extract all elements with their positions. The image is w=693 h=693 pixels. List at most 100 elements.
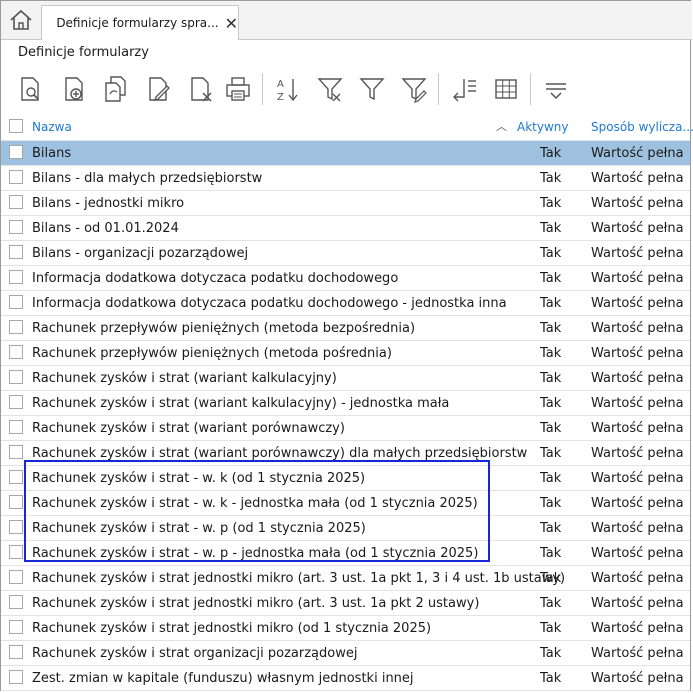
select-all-checkbox[interactable]: [9, 119, 23, 133]
row-checkbox[interactable]: [9, 145, 23, 159]
preview-icon: [21, 77, 39, 101]
row-checkbox[interactable]: [9, 370, 23, 384]
add-button[interactable]: [56, 71, 92, 107]
row-checkbox[interactable]: [9, 245, 23, 259]
row-name: Rachunek zysków i strat jednostki mikro …: [32, 596, 480, 611]
row-checkbox[interactable]: [9, 420, 23, 434]
table-row[interactable]: Rachunek zysków i strat (wariant porówna…: [1, 416, 690, 441]
row-active: Tak: [540, 596, 562, 611]
row-active: Tak: [540, 496, 562, 511]
copy-button[interactable]: [98, 71, 134, 107]
row-checkbox[interactable]: [9, 295, 23, 309]
row-method: Wartość pełna: [591, 471, 684, 486]
column-header-name[interactable]: Nazwa: [32, 115, 72, 140]
row-checkbox[interactable]: [9, 470, 23, 484]
columns-button[interactable]: [446, 71, 482, 107]
filter-edit-button[interactable]: [396, 71, 432, 107]
row-method: Wartość pełna: [591, 446, 684, 461]
filter-button[interactable]: [312, 71, 348, 107]
edit-button[interactable]: [140, 71, 176, 107]
table-row[interactable]: Rachunek zysków i strat (wariant kalkula…: [1, 366, 690, 391]
delete-button[interactable]: [182, 71, 218, 107]
row-checkbox[interactable]: [9, 620, 23, 634]
row-active: Tak: [540, 146, 562, 161]
row-name: Rachunek przepływów pieniężnych (metoda …: [32, 321, 416, 336]
row-checkbox[interactable]: [9, 195, 23, 209]
column-header-active[interactable]: Aktywny: [517, 115, 569, 140]
table-row[interactable]: Bilans - dla małych przedsiębiorstw Tak Wa…: [1, 166, 690, 191]
table-row[interactable]: Rachunek przepływów pieniężnych (metoda …: [1, 341, 690, 366]
column-header-method[interactable]: Sposób wylicza...: [591, 115, 693, 140]
row-checkbox[interactable]: [9, 570, 23, 584]
row-checkbox[interactable]: [9, 520, 23, 534]
filter-clear-icon: [359, 78, 385, 101]
preview-button[interactable]: [12, 71, 48, 107]
row-active: Tak: [540, 196, 562, 211]
row-checkbox[interactable]: [9, 170, 23, 184]
row-checkbox[interactable]: [9, 595, 23, 609]
row-name: Rachunek zysków i strat jednostki mikro …: [32, 571, 566, 586]
row-checkbox[interactable]: [9, 670, 23, 684]
tab-strip: Definicje formularzy spra... ✕: [1, 1, 692, 40]
table-row[interactable]: Rachunek zysków i strat - w. k (od 1 sty…: [1, 466, 690, 491]
row-checkbox[interactable]: [9, 495, 23, 509]
row-checkbox[interactable]: [9, 395, 23, 409]
grid-button[interactable]: [488, 71, 524, 107]
table-row[interactable]: Rachunek zysków i strat jednostki mikro …: [1, 566, 690, 591]
row-name: Bilans - od 01.01.2024: [32, 221, 179, 236]
row-active: Tak: [540, 446, 562, 461]
table-row[interactable]: Rachunek zysków i strat jednostki mikro …: [1, 616, 690, 641]
table-row[interactable]: Bilans Tak Wartość pełna: [1, 141, 690, 166]
table-row[interactable]: Rachunek zysków i strat - w. p (od 1 sty…: [1, 516, 690, 541]
filter-clear-button[interactable]: [354, 71, 390, 107]
row-active: Tak: [540, 371, 562, 386]
row-active: Tak: [540, 471, 562, 486]
table-row[interactable]: Rachunek przepływów pieniężnych (metoda …: [1, 316, 690, 341]
row-method: Wartość pełna: [591, 546, 684, 561]
row-name: Bilans - jednostki mikro: [32, 196, 185, 211]
row-checkbox[interactable]: [9, 545, 23, 559]
table-row[interactable]: Informacja dodatkowa dotyczaca podatku d…: [1, 291, 690, 316]
row-checkbox[interactable]: [9, 220, 23, 234]
table-row[interactable]: Informacja dodatkowa dotyczaca podatku d…: [1, 266, 690, 291]
table-row[interactable]: Rachunek zysków i strat - w. p - jednost…: [1, 541, 690, 566]
table-row[interactable]: Rachunek zysków i strat - w. k - jednost…: [1, 491, 690, 516]
row-method: Wartość pełna: [591, 371, 684, 386]
sort-button[interactable]: AZ: [270, 71, 306, 107]
table-row[interactable]: Bilans - organizacji pozarządowej Tak Wart…: [1, 241, 690, 266]
print-button[interactable]: [220, 71, 256, 107]
row-method: Wartość pełna: [591, 196, 684, 211]
edit-icon: [149, 77, 170, 102]
svg-text:A: A: [277, 79, 284, 90]
table-row[interactable]: Bilans - jednostki mikro Tak Wartość pełna: [1, 191, 690, 216]
filter-edit-icon: [401, 78, 427, 103]
row-checkbox[interactable]: [9, 345, 23, 359]
tab-form-definitions[interactable]: Definicje formularzy spra... ✕: [41, 5, 239, 40]
row-active: Tak: [540, 571, 562, 586]
row-checkbox[interactable]: [9, 270, 23, 284]
table-row[interactable]: Bilans - od 01.01.2024 Tak Wartość pełna: [1, 216, 690, 241]
row-method: Wartość pełna: [591, 146, 684, 161]
home-button[interactable]: [1, 1, 41, 39]
table-row[interactable]: Rachunek zysków i strat organizacji poza…: [1, 641, 690, 666]
menu-button[interactable]: [538, 71, 574, 107]
grid-rows: Bilans Tak Wartość pełna Bilans - dla małyc…: [1, 141, 690, 691]
add-icon: [65, 77, 83, 101]
row-name: Rachunek zysków i strat (wariant kalkula…: [32, 371, 337, 386]
table-row[interactable]: Rachunek zysków i strat (wariant porówna…: [1, 441, 690, 466]
row-checkbox[interactable]: [9, 645, 23, 659]
table-row[interactable]: Rachunek zysków i strat (wariant kalkula…: [1, 391, 690, 416]
row-checkbox[interactable]: [9, 320, 23, 334]
row-name: Bilans - dla małych przedsiębiorstw: [32, 171, 263, 186]
table-row[interactable]: Zest. zmian w kapitale (funduszu) własny…: [1, 666, 690, 691]
forms-grid: Nazwa ︿ Aktywny Sposób wylicza... Bilans…: [1, 115, 693, 691]
row-name: Rachunek przepływów pieniężnych (metoda …: [32, 346, 392, 361]
row-name: Rachunek zysków i strat - w. p - jednost…: [32, 546, 479, 561]
row-method: Wartość pełna: [591, 296, 684, 311]
row-active: Tak: [540, 421, 562, 436]
row-name: Rachunek zysków i strat (wariant porówna…: [32, 446, 528, 461]
close-icon[interactable]: ✕: [225, 14, 238, 33]
table-row[interactable]: Rachunek zysków i strat jednostki mikro …: [1, 591, 690, 616]
row-checkbox[interactable]: [9, 445, 23, 459]
delete-icon: [191, 77, 212, 102]
